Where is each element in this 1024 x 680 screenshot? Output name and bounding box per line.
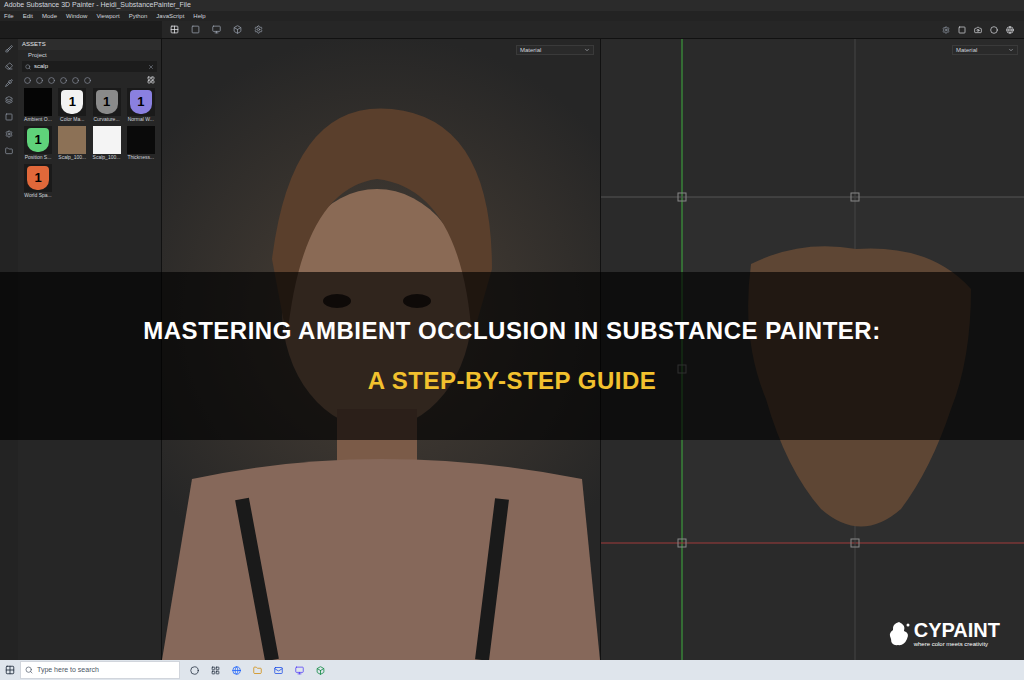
asset-thumbnail: 1 (24, 164, 52, 192)
taskbar-search[interactable]: Type here to search (20, 661, 180, 679)
asset-label: Scalp_100... (93, 154, 121, 161)
viewport-3d-icon[interactable] (191, 25, 200, 34)
section-label: Project (18, 50, 161, 61)
filter-icon[interactable] (72, 77, 79, 84)
mail-icon[interactable] (274, 666, 283, 675)
menu-item[interactable]: Window (66, 12, 87, 21)
title-bar: Adobe Substance 3D Painter - Heidi_Subst… (0, 0, 1024, 11)
filter-row (18, 72, 161, 88)
badge-icon: 1 (96, 90, 118, 114)
layout-icon[interactable] (170, 25, 179, 34)
search-field[interactable]: scalp (22, 61, 157, 72)
chevron-down-icon (584, 47, 590, 53)
chevron-down-icon (1008, 47, 1014, 53)
menu-item[interactable]: File (4, 12, 14, 21)
asset-item[interactable]: Thickness... (125, 126, 157, 161)
cortana-icon[interactable] (190, 666, 199, 675)
asset-label: Scalp_100... (58, 154, 86, 161)
asset-thumbnail: 1 (24, 126, 52, 154)
clear-icon[interactable] (148, 64, 154, 70)
painter-app-icon[interactable] (316, 666, 325, 675)
filter-icon[interactable] (24, 77, 31, 84)
toolbar (0, 21, 1024, 39)
filter-icon[interactable] (36, 77, 43, 84)
asset-label: Normal W... (128, 116, 154, 123)
menu-item[interactable]: Edit (23, 12, 33, 21)
menu-item[interactable]: JavaScript (156, 12, 184, 21)
asset-item[interactable]: Scalp_100... (91, 126, 123, 161)
folder-icon[interactable] (5, 147, 13, 155)
sphere-icon[interactable] (990, 26, 998, 34)
asset-item[interactable]: 1 Curvature... (91, 88, 123, 123)
app-icon[interactable] (295, 666, 304, 675)
projection-icon[interactable] (5, 113, 13, 121)
eraser-icon[interactable] (5, 62, 13, 70)
banner-subtitle: A STEP-BY-STEP GUIDE (368, 363, 657, 399)
asset-label: Ambient O... (24, 116, 52, 123)
viewport-mode-dropdown[interactable]: Material (952, 45, 1018, 55)
taskbar: Type here to search (0, 660, 1024, 680)
asset-item[interactable]: 1 Position S... (22, 126, 54, 161)
menu-item[interactable]: Python (129, 12, 148, 21)
gear-icon[interactable] (254, 25, 263, 34)
menu-item[interactable]: Viewport (96, 12, 119, 21)
asset-thumbnail: 1 (127, 88, 155, 116)
task-view-icon[interactable] (211, 666, 220, 675)
asset-item[interactable]: 1 World Spa... (22, 164, 54, 199)
viewport-mode-dropdown[interactable]: Material (516, 45, 594, 55)
asset-thumbnail (58, 126, 86, 154)
paint-splat-icon (888, 621, 910, 647)
settings-icon[interactable] (5, 130, 13, 138)
camera-icon[interactable] (974, 26, 982, 34)
brush-icon[interactable] (5, 45, 13, 53)
search-icon (25, 64, 31, 70)
asset-item[interactable]: 1 Color Ma... (56, 88, 88, 123)
start-icon[interactable] (5, 665, 15, 675)
badge-icon: 1 (130, 90, 152, 114)
filter-icon[interactable] (48, 77, 55, 84)
explorer-icon[interactable] (253, 666, 262, 675)
settings-icon[interactable] (942, 26, 950, 34)
asset-thumbnail: 1 (58, 88, 86, 116)
watermark: CYPAINTwhere color meets creativity (888, 620, 1000, 648)
viewport-2d-icon[interactable] (212, 25, 221, 34)
asset-grid: Ambient O... 1 Color Ma... 1 Curvature... 1 No… (18, 88, 161, 199)
env-icon[interactable] (1006, 26, 1014, 34)
search-icon (25, 666, 33, 674)
layers-icon[interactable] (5, 96, 13, 104)
menu-item[interactable]: Mode (42, 12, 57, 21)
browser-icon[interactable] (232, 666, 241, 675)
asset-label: Curvature... (93, 116, 119, 123)
banner-title: MASTERING AMBIENT OCCLUSION IN SUBSTANCE… (143, 313, 880, 349)
asset-thumbnail: 1 (93, 88, 121, 116)
panel-header: ASSETS (18, 39, 161, 50)
window-title: Adobe Substance 3D Painter - Heidi_Subst… (4, 0, 191, 11)
asset-label: Position S... (25, 154, 52, 161)
asset-thumbnail (93, 126, 121, 154)
filter-icon[interactable] (60, 77, 67, 84)
asset-thumbnail (127, 126, 155, 154)
watermark-brand: CYPAINT (914, 620, 1000, 640)
asset-label: Thickness... (127, 154, 154, 161)
badge-icon: 1 (61, 90, 83, 114)
asset-item[interactable]: 1 Normal W... (125, 88, 157, 123)
menu-bar: File Edit Mode Window Viewport Python JavaScri… (0, 11, 1024, 21)
pause-icon[interactable] (958, 26, 966, 34)
picker-icon[interactable] (5, 79, 13, 87)
menu-item[interactable]: Help (193, 12, 205, 21)
asset-item[interactable]: Scalp_100... (56, 126, 88, 161)
asset-label: World Spa... (24, 192, 51, 199)
watermark-tagline: where color meets creativity (914, 640, 1000, 648)
filter-icon[interactable] (84, 77, 91, 84)
title-banner: MASTERING AMBIENT OCCLUSION IN SUBSTANCE… (0, 272, 1024, 440)
badge-icon: 1 (27, 166, 49, 190)
asset-thumbnail (24, 88, 52, 116)
badge-icon: 1 (27, 128, 49, 152)
box-icon[interactable] (233, 25, 242, 34)
grid-view-icon[interactable] (147, 76, 155, 84)
asset-item[interactable]: Ambient O... (22, 88, 54, 123)
asset-label: Color Ma... (60, 116, 84, 123)
